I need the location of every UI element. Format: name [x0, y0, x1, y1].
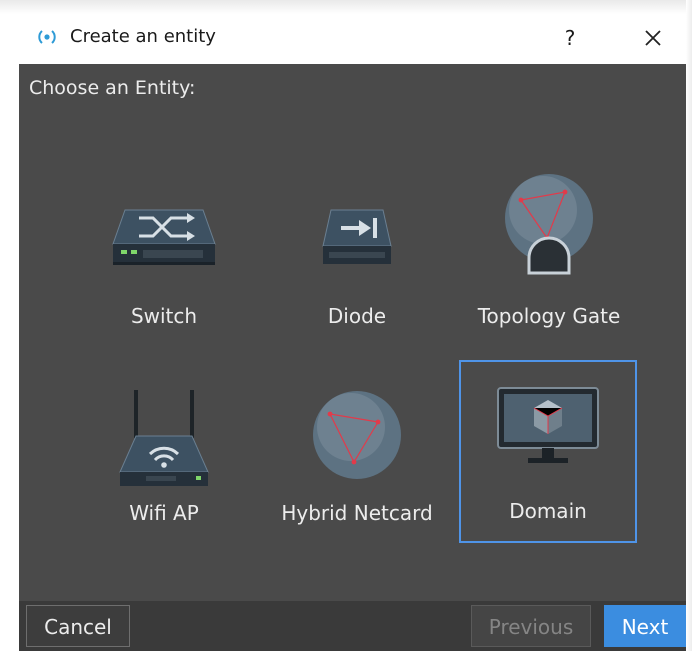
topology-gate-icon: [505, 174, 593, 275]
background-shadow-top: [0, 0, 692, 14]
previous-button[interactable]: Previous: [471, 605, 591, 647]
dialog-footer: Cancel Previous Next: [19, 601, 686, 651]
wifi-ap-icon: [119, 390, 209, 486]
background-shadow-right: [686, 0, 692, 651]
create-entity-dialog: Create an entity ? Choose an Entity: Swi: [19, 14, 686, 651]
entity-label-wifi-ap: Wifi AP: [129, 501, 199, 525]
entity-tile-topology-gate[interactable]: Topology Gate: [460, 174, 638, 364]
cancel-button[interactable]: Cancel: [26, 605, 130, 647]
switch-icon: [112, 209, 216, 265]
close-button[interactable]: [635, 20, 671, 56]
next-button[interactable]: Next: [604, 605, 686, 647]
choose-entity-label: Choose an Entity:: [29, 77, 196, 99]
close-icon: [645, 30, 661, 46]
entity-tile-switch[interactable]: Switch: [75, 184, 253, 364]
entity-label-hybrid-netcard: Hybrid Netcard: [281, 501, 433, 525]
entity-tile-hybrid-netcard[interactable]: Hybrid Netcard: [268, 376, 446, 556]
dialog-title: Create an entity: [70, 26, 216, 47]
entity-label-domain: Domain: [509, 499, 587, 523]
entity-label-diode: Diode: [327, 304, 387, 328]
entity-tile-domain[interactable]: Domain: [459, 360, 637, 543]
entity-label-topology-gate: Topology Gate: [477, 304, 621, 328]
dialog-titlebar: Create an entity ?: [19, 14, 686, 64]
entity-tile-wifi-ap[interactable]: Wifi AP: [75, 376, 253, 556]
entity-radio-icon: [38, 30, 56, 44]
diode-icon: [322, 209, 392, 264]
entity-label-switch: Switch: [130, 304, 198, 328]
dialog-content: Choose an Entity: Switch Diode Topology …: [19, 64, 686, 601]
help-button[interactable]: ?: [553, 20, 587, 56]
entity-tile-diode[interactable]: Diode: [268, 184, 446, 364]
domain-icon: [497, 387, 599, 463]
hybrid-netcard-icon: [313, 391, 401, 479]
